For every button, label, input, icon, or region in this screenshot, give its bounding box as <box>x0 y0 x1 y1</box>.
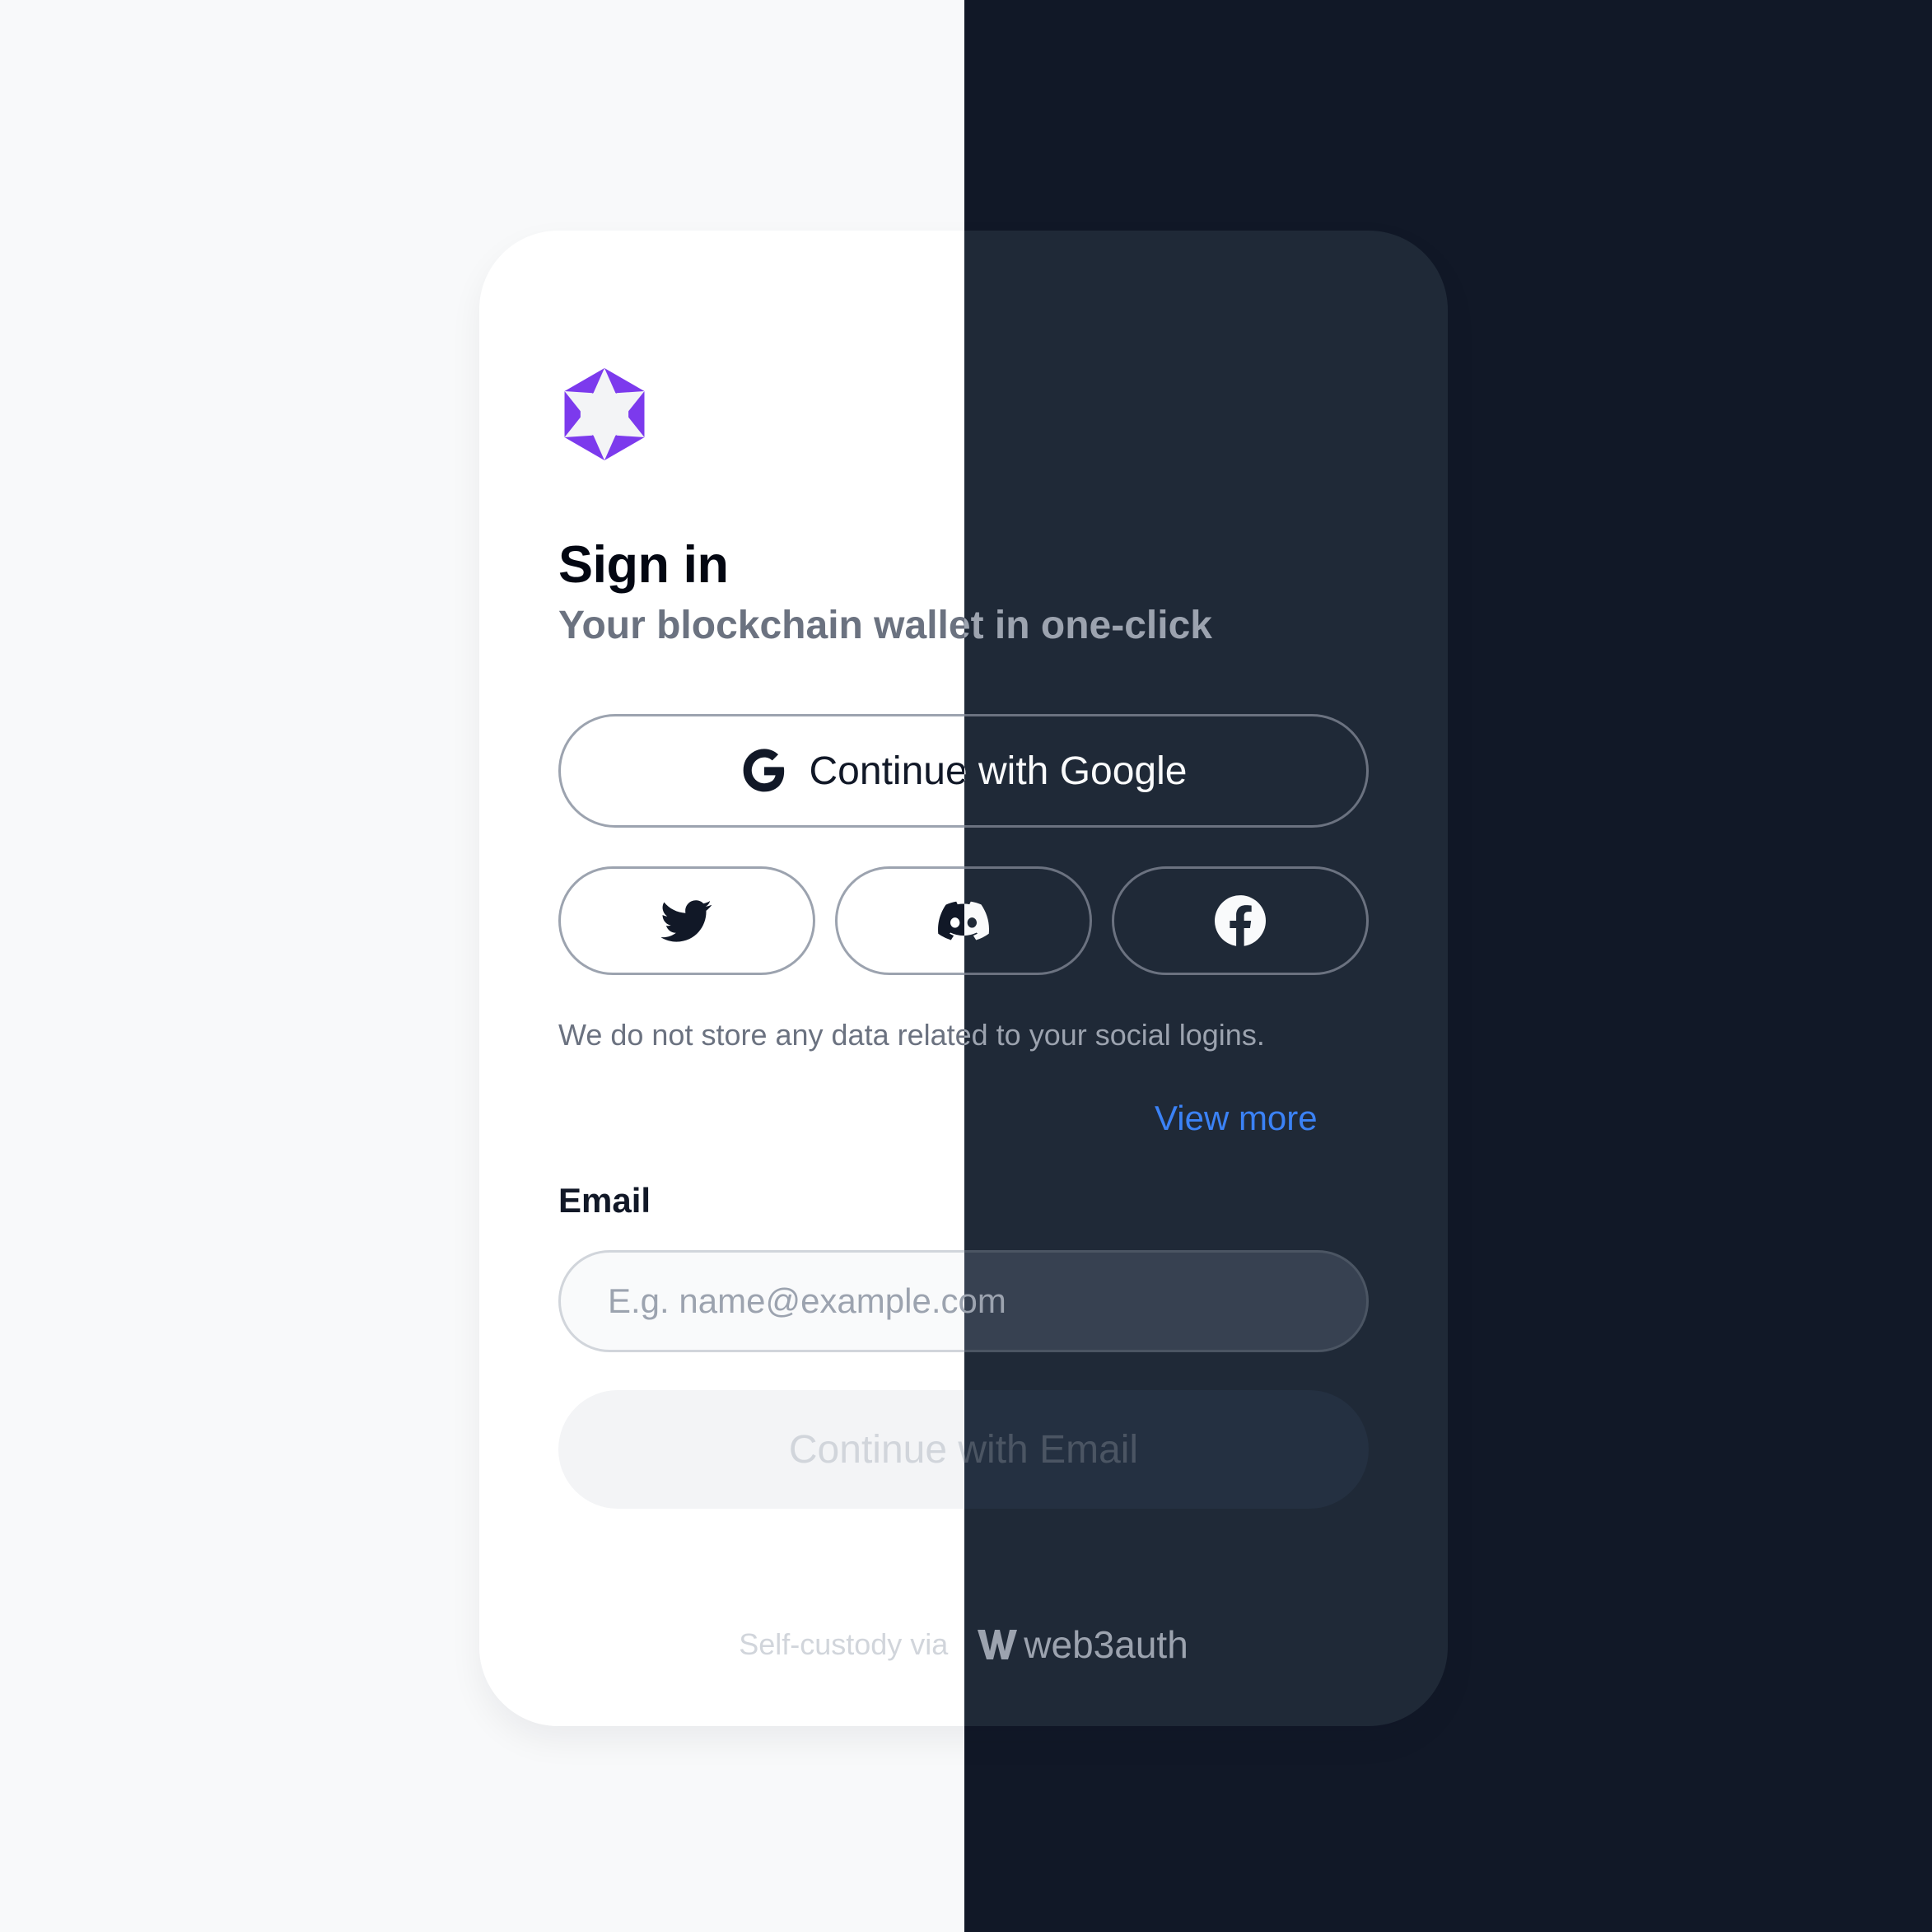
web3auth-brand: web3auth <box>978 1622 1188 1667</box>
web3auth-w-icon <box>978 1630 1018 1659</box>
google-icon <box>743 749 784 792</box>
view-more-link[interactable]: View more <box>1155 1099 1318 1138</box>
web3auth-wordmark: web3auth <box>1024 1623 1188 1666</box>
purple-hexagram-icon <box>564 368 645 460</box>
page-title: Sign in <box>558 536 729 594</box>
facebook-login-button[interactable] <box>1112 866 1369 975</box>
facebook-icon <box>1215 895 1266 946</box>
email-label: Email <box>558 1181 651 1220</box>
twitter-icon <box>661 900 712 942</box>
twitter-login-button[interactable] <box>558 866 815 975</box>
footer-text: Self-custody via <box>739 1627 949 1661</box>
